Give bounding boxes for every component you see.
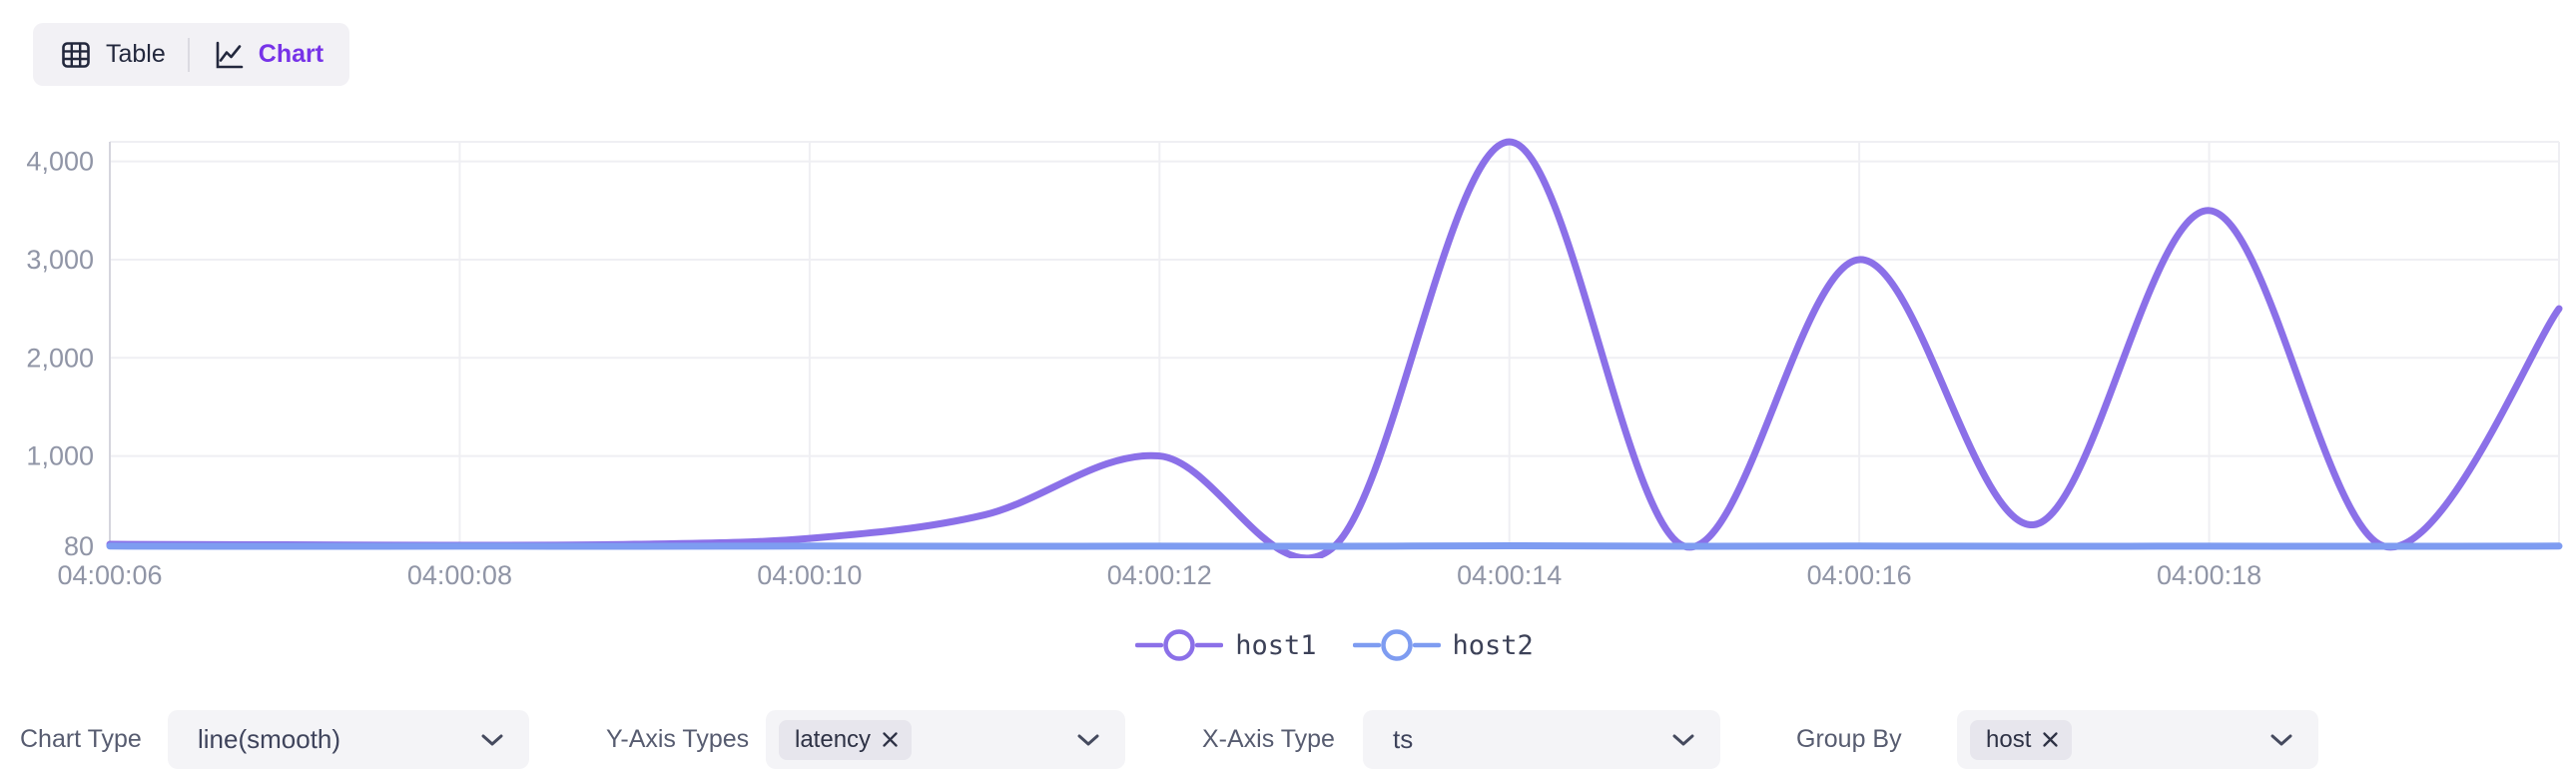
x-axis-type-value: ts	[1393, 724, 1413, 755]
chart-type-select[interactable]: line(smooth)	[168, 710, 529, 769]
legend-label: host2	[1453, 630, 1534, 661]
legend-line-marker-icon	[1353, 628, 1441, 662]
chart-type-label: Chart Type	[20, 710, 142, 769]
chart-view-label: Chart	[259, 40, 323, 69]
x-tick-label: 04:00:14	[1457, 560, 1562, 590]
chart-type-value: line(smooth)	[198, 724, 340, 755]
tag-label: host	[1986, 726, 2031, 754]
x-tick-label: 04:00:12	[1107, 560, 1212, 590]
toggle-divider	[188, 38, 190, 72]
y-tick-label: 3,000	[26, 245, 94, 275]
x-tick-label: 04:00:16	[1807, 560, 1912, 590]
y-tick-label: 80	[64, 531, 94, 561]
series-line-host1	[110, 142, 2559, 558]
x-tick-label: 04:00:10	[757, 560, 862, 590]
y-tick-label: 2,000	[26, 343, 94, 373]
group-by-tag-host: host	[1970, 720, 2072, 760]
chevron-down-icon	[1077, 734, 1099, 746]
x-axis-type-label: X-Axis Type	[1202, 710, 1335, 769]
x-tick-label: 04:00:18	[2157, 560, 2261, 590]
legend-label: host1	[1235, 630, 1316, 661]
series-line-host2	[110, 546, 2559, 547]
table-view-label: Table	[106, 40, 166, 69]
line-chart-icon	[212, 38, 246, 72]
view-toggle: Table Chart	[33, 23, 349, 86]
y-axis-types-select[interactable]: latency	[766, 710, 1125, 769]
y-axis-tag-latency: latency	[779, 720, 912, 760]
x-tick-label: 04:00:08	[407, 560, 512, 590]
x-tick-label: 04:00:06	[57, 560, 162, 590]
chart-view-panel: Table Chart 80 1,000 2,000 3,000 4,000 04:00:…	[0, 0, 2576, 773]
remove-tag-icon[interactable]	[881, 730, 900, 749]
x-axis-type-select[interactable]: ts	[1363, 710, 1720, 769]
chevron-down-icon	[481, 734, 503, 746]
chevron-down-icon	[2270, 734, 2292, 746]
y-tick-label: 1,000	[26, 441, 94, 471]
legend-item-host1[interactable]: host1	[1135, 628, 1316, 662]
group-by-select[interactable]: host	[1957, 710, 2318, 769]
table-icon	[59, 38, 93, 72]
remove-tag-icon[interactable]	[2041, 730, 2060, 749]
legend-line-marker-icon	[1135, 628, 1223, 662]
line-chart: 80 1,000 2,000 3,000 4,000 04:00:06 04:00:08 04…	[0, 88, 2576, 607]
legend-item-host2[interactable]: host2	[1353, 628, 1534, 662]
y-axis-types-label: Y-Axis Types	[606, 710, 749, 769]
y-tick-label: 4,000	[26, 147, 94, 177]
tag-label: latency	[795, 726, 871, 754]
chart-view-button[interactable]: Chart	[212, 38, 323, 72]
chevron-down-icon	[1672, 734, 1694, 746]
chart-legend: host1 host2	[110, 628, 2559, 662]
group-by-label: Group By	[1796, 710, 1902, 769]
table-view-button[interactable]: Table	[59, 38, 166, 72]
